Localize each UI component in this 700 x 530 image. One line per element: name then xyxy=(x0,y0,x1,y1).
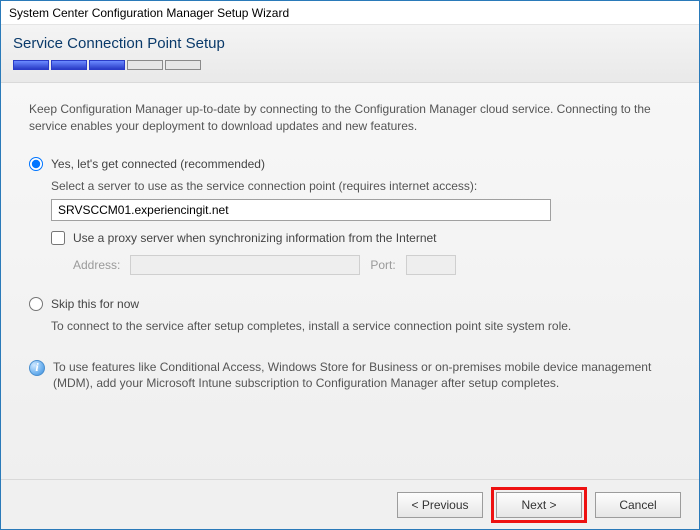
option-connect: Yes, let's get connected (recommended) S… xyxy=(29,157,671,275)
window-title: System Center Configuration Manager Setu… xyxy=(9,6,289,20)
wizard-header: Service Connection Point Setup xyxy=(1,25,699,83)
titlebar: System Center Configuration Manager Setu… xyxy=(1,1,699,25)
info-icon: i xyxy=(29,360,45,376)
next-button-highlight: Next > xyxy=(491,487,587,523)
server-input[interactable] xyxy=(51,199,551,221)
info-text: To use features like Conditional Access,… xyxy=(53,359,671,393)
progress-segment xyxy=(13,60,49,70)
proxy-address-label: Address: xyxy=(73,258,120,272)
proxy-fields: Address: Port: xyxy=(73,255,671,275)
intro-text: Keep Configuration Manager up-to-date by… xyxy=(29,101,671,135)
radio-connect[interactable] xyxy=(29,157,43,171)
server-prompt: Select a server to use as the service co… xyxy=(51,179,671,193)
wizard-footer: < Previous Next > Cancel xyxy=(1,479,699,529)
proxy-port-label: Port: xyxy=(370,258,395,272)
page-title: Service Connection Point Setup xyxy=(13,35,687,52)
option-skip: Skip this for now To connect to the serv… xyxy=(29,297,671,333)
proxy-address-input xyxy=(130,255,360,275)
radio-skip-label: Skip this for now xyxy=(51,297,139,311)
progress-segment xyxy=(165,60,201,70)
previous-button[interactable]: < Previous xyxy=(397,492,483,518)
cancel-button[interactable]: Cancel xyxy=(595,492,681,518)
info-note: i To use features like Conditional Acces… xyxy=(29,359,671,393)
proxy-checkbox-label: Use a proxy server when synchronizing in… xyxy=(73,231,437,245)
progress-segment xyxy=(51,60,87,70)
radio-skip[interactable] xyxy=(29,297,43,311)
proxy-checkbox[interactable] xyxy=(51,231,65,245)
next-button[interactable]: Next > xyxy=(496,492,582,518)
progress-segment xyxy=(89,60,125,70)
skip-description: To connect to the service after setup co… xyxy=(51,319,671,333)
wizard-content: Keep Configuration Manager up-to-date by… xyxy=(1,83,699,479)
wizard-window: System Center Configuration Manager Setu… xyxy=(0,0,700,530)
radio-connect-label: Yes, let's get connected (recommended) xyxy=(51,157,265,171)
progress-bar xyxy=(13,60,687,70)
proxy-port-input xyxy=(406,255,456,275)
progress-segment xyxy=(127,60,163,70)
